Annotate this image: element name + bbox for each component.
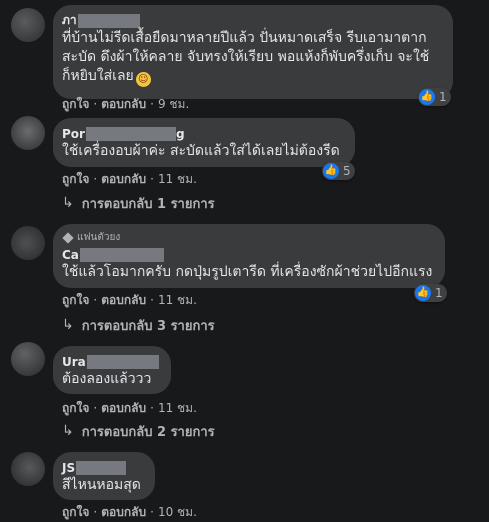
like-button[interactable]: ถูกใจ [62, 291, 89, 310]
reaction-summary[interactable]: 👍 1 [414, 284, 447, 302]
comment-bubble: แฟนตัวยง Ca ใช้แล้วโอมากครับ กดปุ่มรูปเต… [53, 224, 445, 288]
comment-text-line: สีไหนหอมสุด [62, 477, 141, 493]
commenter-name[interactable]: ภา [62, 11, 77, 30]
separator: · [93, 401, 98, 415]
like-button[interactable]: ถูกใจ [62, 95, 89, 114]
like-icon: 👍 [323, 163, 339, 179]
replies-label: การตอบกลับ 1 รายการ [81, 196, 215, 212]
reply-button[interactable]: ตอบกลับ [101, 399, 146, 418]
timestamp[interactable]: 11 ชม. [158, 399, 197, 418]
reply-button[interactable]: ตอบกลับ [101, 170, 146, 189]
commenter-name[interactable]: Ura [62, 355, 86, 369]
avatar[interactable] [11, 342, 45, 376]
like-icon: 👍 [415, 285, 431, 301]
reply-arrow-icon: ↳ [62, 317, 74, 333]
redacted-name [76, 460, 127, 475]
like-button[interactable]: ถูกใจ [62, 170, 89, 189]
reply-arrow-icon: ↳ [62, 195, 74, 211]
commenter-name[interactable]: Por [62, 127, 85, 141]
reaction-count: 1 [439, 90, 447, 104]
reply-button[interactable]: ตอบกลับ [101, 503, 146, 522]
reply-button[interactable]: ตอบกลับ [101, 95, 146, 114]
comment-text-line: ที่บ้านไม่รีดเสื้อยืดมาหลายปีแล้ว ปั่นหม… [62, 30, 427, 46]
separator: · [150, 97, 154, 111]
replies-label: การตอบกลับ 2 รายการ [81, 424, 215, 440]
like-button[interactable]: ถูกใจ [62, 503, 89, 522]
separator: · [93, 293, 98, 307]
separator: · [150, 293, 154, 307]
separator: · [150, 401, 154, 415]
reply-arrow-icon: ↳ [62, 423, 74, 439]
comment-text-line: ต้องลองแล้ววว [62, 371, 152, 387]
redacted-name [77, 13, 140, 28]
comment-bubble: JS สีไหนหอมสุด [53, 452, 155, 500]
reaction-count: 1 [435, 286, 443, 300]
timestamp[interactable]: 11 ชม. [158, 291, 197, 310]
comment-text-line: ใช้เครื่องอบผ้าค่ะ สะบัดแล้วใส่ได้เลยไม่… [62, 143, 340, 159]
commenter-name-tail: g [175, 126, 185, 141]
separator: · [150, 505, 154, 519]
timestamp[interactable]: 9 ชม. [158, 95, 189, 114]
redacted-name [85, 126, 176, 141]
separator: · [93, 505, 98, 519]
commenter-name[interactable]: JS [62, 461, 75, 475]
avatar[interactable] [11, 226, 45, 260]
comment-text-line: ก็หยิบใส่เลย [62, 68, 134, 84]
comment-bubble: ภา ที่บ้านไม่รีดเสื้อยืดมาหลายปีแล้ว ปั่… [53, 5, 453, 99]
reaction-summary[interactable]: 👍 1 [418, 88, 451, 106]
top-fan-badge: แฟนตัวยง [77, 232, 121, 243]
commenter-name[interactable]: Ca [62, 248, 79, 262]
avatar[interactable] [11, 452, 45, 486]
timestamp[interactable]: 11 ชม. [158, 170, 197, 189]
separator: · [150, 172, 154, 186]
avatar[interactable] [11, 8, 45, 42]
comment-bubble: Por g ใช้เครื่องอบผ้าค่ะ สะบัดแล้วใส่ได้… [53, 118, 355, 167]
separator: · [93, 172, 98, 186]
reply-button[interactable]: ตอบกลับ [101, 291, 146, 310]
like-button[interactable]: ถูกใจ [62, 399, 89, 418]
redacted-name [79, 247, 164, 262]
reaction-count: 5 [343, 164, 351, 178]
like-icon: 👍 [419, 89, 435, 105]
grinning-sweat-emoji: ☺ [135, 72, 151, 87]
comment-text-line: ใช้แล้วโอมากครับ กดปุ่มรูปเตารีด ที่เครื… [62, 264, 433, 280]
replies-label: การตอบกลับ 3 รายการ [81, 318, 215, 334]
avatar[interactable] [11, 116, 45, 150]
view-replies-link[interactable]: ↳ การตอบกลับ 3 รายการ [62, 316, 215, 334]
view-replies-link[interactable]: ↳ การตอบกลับ 2 รายการ [62, 422, 215, 440]
diamond-icon [62, 231, 74, 244]
separator: · [93, 97, 98, 111]
redacted-name [86, 354, 159, 369]
reaction-summary[interactable]: 👍 5 [322, 162, 355, 180]
comment-bubble: Ura ต้องลองแล้ววว [53, 346, 171, 394]
comment-text-line: สะบัด ดึงผ้าให้คลาย จับทรงให้เรียบ พอแห้… [62, 49, 430, 65]
timestamp[interactable]: 10 ชม. [158, 503, 197, 522]
view-replies-link[interactable]: ↳ การตอบกลับ 1 รายการ [62, 194, 215, 212]
